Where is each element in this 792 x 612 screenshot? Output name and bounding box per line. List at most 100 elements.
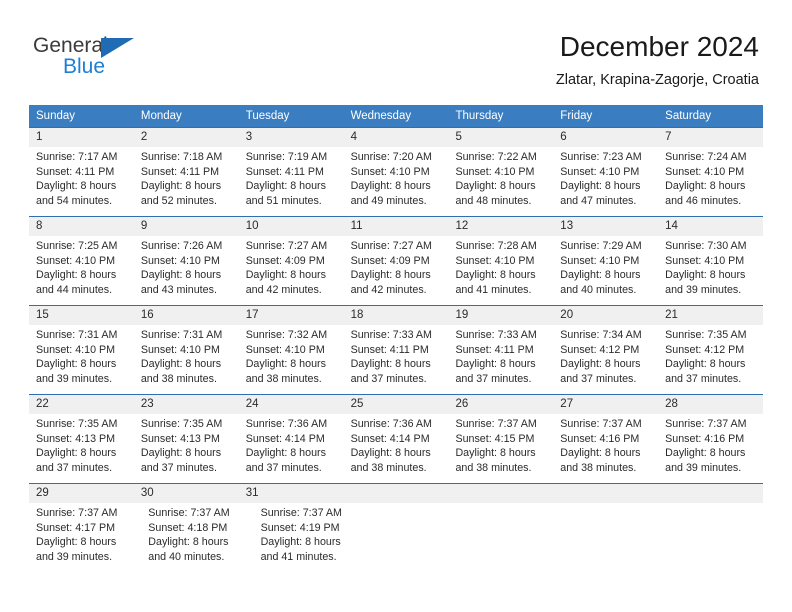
- day-number[interactable]: 16: [134, 306, 239, 325]
- day-number[interactable]: 21: [658, 306, 763, 325]
- week-info-row: Sunrise: 7:35 AM Sunset: 4:13 PM Dayligh…: [29, 414, 763, 483]
- day-number[interactable]: 10: [239, 217, 344, 236]
- week-info-row: Sunrise: 7:25 AM Sunset: 4:10 PM Dayligh…: [29, 236, 763, 305]
- sunset-text: Sunset: 4:11 PM: [455, 343, 534, 356]
- day-number[interactable]: 19: [448, 306, 553, 325]
- weekday-header-row: Sunday Monday Tuesday Wednesday Thursday…: [29, 105, 763, 127]
- day-number[interactable]: 18: [344, 306, 449, 325]
- day-cell[interactable]: Sunrise: 7:37 AM Sunset: 4:16 PM Dayligh…: [553, 414, 658, 483]
- day-cell[interactable]: Sunrise: 7:33 AM Sunset: 4:11 PM Dayligh…: [448, 325, 553, 394]
- day-number[interactable]: 17: [239, 306, 344, 325]
- day-number[interactable]: 25: [344, 395, 449, 414]
- sunrise-text: Sunrise: 7:31 AM: [140, 329, 223, 341]
- day-number[interactable]: 31: [239, 484, 344, 503]
- sunrise-text: Sunrise: 7:36 AM: [245, 418, 328, 430]
- week-daynumber-row: 8 9 10 11 12 13 14: [29, 217, 763, 236]
- day-number-empty: [448, 484, 553, 503]
- day-cell[interactable]: Sunrise: 7:20 AM Sunset: 4:10 PM Dayligh…: [344, 147, 449, 216]
- week-daynumber-row: 15 16 17 18 19 20 21: [29, 306, 763, 325]
- day-number[interactable]: 6: [553, 128, 658, 147]
- day-cell[interactable]: Sunrise: 7:37 AM Sunset: 4:18 PM Dayligh…: [141, 503, 253, 573]
- daylight-text-2: and 51 minutes.: [245, 194, 322, 207]
- day-number[interactable]: 27: [553, 395, 658, 414]
- day-cell[interactable]: Sunrise: 7:36 AM Sunset: 4:14 PM Dayligh…: [344, 414, 449, 483]
- day-cell[interactable]: Sunrise: 7:31 AM Sunset: 4:10 PM Dayligh…: [134, 325, 239, 394]
- daylight-text-1: Daylight: 8 hours: [140, 447, 222, 460]
- day-cell[interactable]: Sunrise: 7:31 AM Sunset: 4:10 PM Dayligh…: [29, 325, 134, 394]
- day-cell[interactable]: Sunrise: 7:34 AM Sunset: 4:12 PM Dayligh…: [553, 325, 658, 394]
- day-number[interactable]: 3: [239, 128, 344, 147]
- day-cell[interactable]: Sunrise: 7:35 AM Sunset: 4:13 PM Dayligh…: [134, 414, 239, 483]
- sunset-text: Sunset: 4:16 PM: [665, 432, 745, 445]
- daylight-text-2: and 39 minutes.: [665, 461, 742, 474]
- calendar-page: General Blue December 2024 Zlatar, Krapi…: [0, 0, 792, 612]
- day-cell[interactable]: Sunrise: 7:37 AM Sunset: 4:16 PM Dayligh…: [658, 414, 763, 483]
- weekday-header-saturday: Saturday: [665, 110, 712, 122]
- day-cell[interactable]: Sunrise: 7:35 AM Sunset: 4:12 PM Dayligh…: [658, 325, 763, 394]
- sunrise-text: Sunrise: 7:29 AM: [560, 240, 642, 252]
- week-daynumber-row: 1 2 3 4 5 6 7: [29, 128, 763, 147]
- day-number[interactable]: 5: [448, 128, 553, 147]
- day-number[interactable]: 1: [29, 128, 134, 147]
- day-cell[interactable]: Sunrise: 7:19 AM Sunset: 4:11 PM Dayligh…: [239, 147, 344, 216]
- day-cell[interactable]: Sunrise: 7:17 AM Sunset: 4:11 PM Dayligh…: [29, 147, 134, 216]
- day-number[interactable]: 13: [553, 217, 658, 236]
- day-number[interactable]: 30: [134, 484, 239, 503]
- day-cell[interactable]: Sunrise: 7:35 AM Sunset: 4:13 PM Dayligh…: [29, 414, 134, 483]
- day-cell[interactable]: Sunrise: 7:26 AM Sunset: 4:10 PM Dayligh…: [134, 236, 239, 305]
- day-number[interactable]: 20: [553, 306, 658, 325]
- daylight-text-1: Daylight: 8 hours: [665, 358, 746, 371]
- sunset-text: Sunset: 4:10 PM: [36, 254, 116, 267]
- daylight-text-2: and 38 minutes.: [140, 372, 217, 385]
- day-number[interactable]: 8: [29, 217, 134, 236]
- daylight-text-1: Daylight: 8 hours: [665, 269, 746, 282]
- sunset-text: Sunset: 4:09 PM: [350, 254, 430, 267]
- daylight-text-2: and 38 minutes.: [455, 461, 532, 474]
- day-number[interactable]: 26: [448, 395, 553, 414]
- day-cell[interactable]: Sunrise: 7:37 AM Sunset: 4:15 PM Dayligh…: [448, 414, 553, 483]
- day-number[interactable]: 28: [658, 395, 763, 414]
- day-cell[interactable]: Sunrise: 7:36 AM Sunset: 4:14 PM Dayligh…: [239, 414, 344, 483]
- day-cell[interactable]: Sunrise: 7:28 AM Sunset: 4:10 PM Dayligh…: [448, 236, 553, 305]
- day-cell[interactable]: Sunrise: 7:30 AM Sunset: 4:10 PM Dayligh…: [658, 236, 763, 305]
- daylight-text-1: Daylight: 8 hours: [350, 447, 431, 460]
- empty-day-cell: [465, 503, 564, 573]
- day-number[interactable]: 24: [239, 395, 344, 414]
- day-cell[interactable]: Sunrise: 7:25 AM Sunset: 4:10 PM Dayligh…: [29, 236, 134, 305]
- day-number[interactable]: 11: [344, 217, 449, 236]
- daylight-text-1: Daylight: 8 hours: [245, 358, 326, 371]
- day-number[interactable]: 22: [29, 395, 134, 414]
- day-number[interactable]: 4: [344, 128, 449, 147]
- daylight-text-1: Daylight: 8 hours: [455, 358, 536, 371]
- weekday-header-friday: Friday: [560, 110, 593, 122]
- daylight-text-2: and 37 minutes.: [245, 461, 322, 474]
- day-number[interactable]: 15: [29, 306, 134, 325]
- day-number-empty: [658, 484, 763, 503]
- sunset-text: Sunset: 4:10 PM: [455, 254, 535, 267]
- day-number[interactable]: 29: [29, 484, 134, 503]
- day-cell[interactable]: Sunrise: 7:29 AM Sunset: 4:10 PM Dayligh…: [553, 236, 658, 305]
- day-cell[interactable]: Sunrise: 7:23 AM Sunset: 4:10 PM Dayligh…: [553, 147, 658, 216]
- sunrise-text: Sunrise: 7:35 AM: [36, 418, 118, 430]
- day-number[interactable]: 2: [134, 128, 239, 147]
- day-number[interactable]: 9: [134, 217, 239, 236]
- sunrise-text: Sunrise: 7:24 AM: [665, 151, 747, 163]
- day-number[interactable]: 7: [658, 128, 763, 147]
- day-number[interactable]: 14: [658, 217, 763, 236]
- day-number[interactable]: 23: [134, 395, 239, 414]
- day-cell[interactable]: Sunrise: 7:33 AM Sunset: 4:11 PM Dayligh…: [344, 325, 449, 394]
- day-number[interactable]: 12: [448, 217, 553, 236]
- day-cell[interactable]: Sunrise: 7:27 AM Sunset: 4:09 PM Dayligh…: [239, 236, 344, 305]
- day-cell[interactable]: Sunrise: 7:22 AM Sunset: 4:10 PM Dayligh…: [448, 147, 553, 216]
- day-cell[interactable]: Sunrise: 7:24 AM Sunset: 4:10 PM Dayligh…: [658, 147, 763, 216]
- sunrise-text: Sunrise: 7:26 AM: [140, 240, 223, 252]
- daylight-text-1: Daylight: 8 hours: [665, 447, 746, 460]
- day-cell[interactable]: Sunrise: 7:37 AM Sunset: 4:19 PM Dayligh…: [254, 503, 366, 573]
- sunrise-text: Sunrise: 7:37 AM: [36, 507, 118, 519]
- daylight-text-2: and 40 minutes.: [560, 283, 637, 296]
- day-cell[interactable]: Sunrise: 7:32 AM Sunset: 4:10 PM Dayligh…: [239, 325, 344, 394]
- day-cell[interactable]: Sunrise: 7:18 AM Sunset: 4:11 PM Dayligh…: [134, 147, 239, 216]
- daylight-text-2: and 43 minutes.: [140, 283, 217, 296]
- day-cell[interactable]: Sunrise: 7:27 AM Sunset: 4:09 PM Dayligh…: [344, 236, 449, 305]
- day-cell[interactable]: Sunrise: 7:37 AM Sunset: 4:17 PM Dayligh…: [29, 503, 141, 573]
